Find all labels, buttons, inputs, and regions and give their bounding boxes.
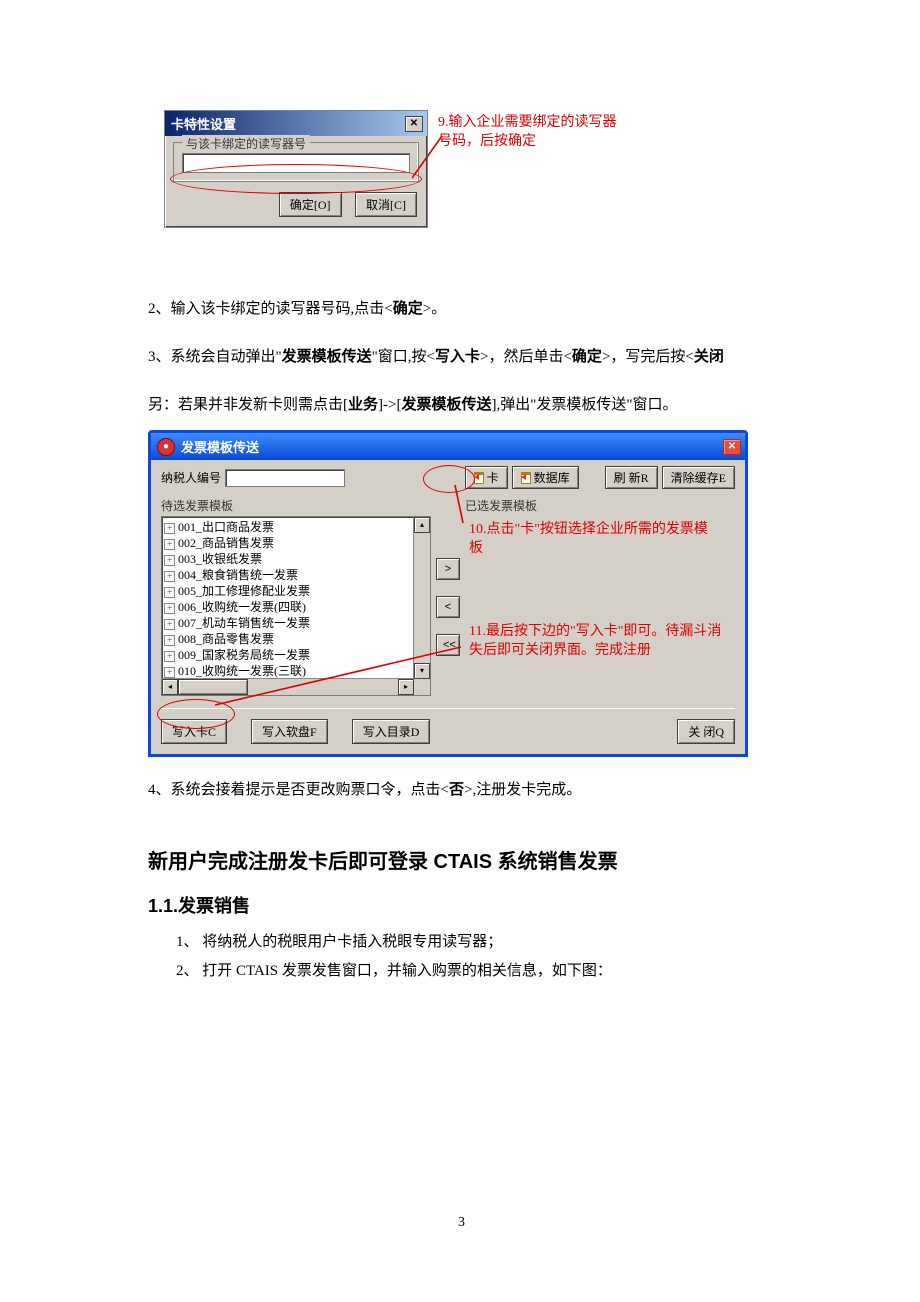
expand-icon[interactable]: + [164, 539, 175, 550]
tree-item[interactable]: +009_国家税务局统一发票 [164, 647, 414, 663]
scroll-thumb[interactable] [178, 679, 248, 695]
step-2: 2、输入该卡绑定的读写器号码,点击<确定>。 [148, 294, 775, 324]
expand-icon[interactable]: + [164, 587, 175, 598]
move-all-left-button[interactable]: << [436, 634, 460, 656]
close-icon[interactable]: ✕ [405, 116, 423, 132]
reader-number-input[interactable] [182, 153, 410, 173]
close-button[interactable]: 关 闭Q [677, 719, 735, 744]
app-icon: ● [157, 438, 175, 456]
taxpayer-label: 纳税人编号 [161, 469, 221, 486]
scroll-down-icon[interactable]: ▾ [414, 663, 430, 679]
move-left-button[interactable]: < [436, 596, 460, 618]
tree-item-label: 006_收购统一发票(四联) [178, 600, 306, 614]
tree-item-label: 008_商品零售发票 [178, 632, 274, 646]
db-file-icon [521, 472, 531, 484]
tree-item-label: 010_收购统一发票(三联) [178, 664, 306, 678]
tree-item[interactable]: +008_商品零售发票 [164, 631, 414, 647]
list-item-1: 1、 将纳税人的税眼用户卡插入税眼专用读写器； [176, 928, 775, 957]
list-item-2: 2、 打开 CTAIS 发票发售窗口，并输入购票的相关信息，如下图： [176, 957, 775, 986]
close-icon[interactable]: ✕ [723, 439, 741, 455]
card-file-icon [474, 472, 484, 484]
tree-item[interactable]: +003_收银纸发票 [164, 551, 414, 567]
card-button[interactable]: 卡 [465, 466, 508, 489]
tree-item[interactable]: +010_收购统一发票(三联) [164, 663, 414, 679]
group-label: 与该卡绑定的读写器号 [182, 135, 310, 152]
tree-item[interactable]: +001_出口商品发票 [164, 519, 414, 535]
expand-icon[interactable]: + [164, 571, 175, 582]
tree-item-label: 007_机动车销售统一发票 [178, 616, 310, 630]
write-dir-button[interactable]: 写入目录D [352, 719, 431, 744]
tree-item-label: 001_出口商品发票 [178, 520, 274, 534]
page-number: 3 [148, 1215, 775, 1231]
move-right-button[interactable]: > [436, 558, 460, 580]
main-heading: 新用户完成注册发卡后即可登录 CTAIS 系统销售发票 [148, 845, 775, 874]
annotation-9: 9.输入企业需要绑定的读写器号码，后按确定 [438, 114, 628, 152]
write-floppy-button[interactable]: 写入软盘F [251, 719, 328, 744]
dialog-title: 卡特性设置 [171, 114, 236, 133]
tree-item[interactable]: +002_商品销售发票 [164, 535, 414, 551]
annotation-11: 11.最后按下边的"写入卡"即可。待漏斗消失后即可关闭界面。完成注册 [469, 623, 727, 661]
expand-icon[interactable]: + [164, 619, 175, 630]
refresh-button[interactable]: 刷 新R [605, 466, 658, 489]
dialog-template-transfer: ● 发票模板传送 ✕ 纳税人编号 卡 数据库 刷 新R 清除缓存E 待选发票模板 [148, 430, 748, 757]
tree-item-label: 004_粮食销售统一发票 [178, 568, 298, 582]
top-toolbar: 纳税人编号 卡 数据库 刷 新R 清除缓存E [161, 466, 735, 489]
tree-item-label: 009_国家税务局统一发票 [178, 648, 310, 662]
expand-icon[interactable]: + [164, 651, 175, 662]
expand-icon[interactable]: + [164, 523, 175, 534]
annotation-10: 10.点击"卡"按钮选择企业所需的发票模板 [469, 521, 709, 559]
dialog-card-settings: 卡特性设置 ✕ 与该卡绑定的读写器号 确定[O] 取消[C] [164, 110, 428, 228]
tree-item[interactable]: +007_机动车销售统一发票 [164, 615, 414, 631]
taxpayer-input[interactable] [225, 469, 345, 487]
scroll-left-icon[interactable]: ◂ [162, 679, 178, 695]
tree-item-label: 003_收银纸发票 [178, 552, 262, 566]
tree-item[interactable]: +004_粮食销售统一发票 [164, 567, 414, 583]
tree-item[interactable]: +005_加工修理修配业发票 [164, 583, 414, 599]
vertical-scrollbar[interactable]: ▴ ▾ [413, 517, 430, 679]
step-3-alt: 另：若果并非发新卡则需点击[业务]->[发票模板传送],弹出"发票模板传送"窗口… [148, 390, 775, 420]
tree-item-label: 002_商品销售发票 [178, 536, 274, 550]
reader-number-group: 与该卡绑定的读写器号 [173, 142, 419, 182]
step-4: 4、系统会接着提示是否更改购票口令，点击<否>,注册发卡完成。 [148, 775, 775, 805]
ok-button[interactable]: 确定[O] [279, 192, 342, 217]
clear-cache-button[interactable]: 清除缓存E [662, 466, 735, 489]
expand-icon[interactable]: + [164, 635, 175, 646]
horizontal-scrollbar[interactable]: ◂ ▸ [162, 678, 414, 695]
selected-templates-label: 已选发票模板 [465, 497, 735, 514]
database-button[interactable]: 数据库 [512, 466, 579, 489]
step-3: 3、系统会自动弹出"发票模板传送"窗口,按<写入卡>，然后单击<确定>，写完后按… [148, 342, 775, 372]
scroll-right-icon[interactable]: ▸ [398, 679, 414, 695]
dialog2-title: 发票模板传送 [181, 437, 259, 456]
available-templates-list[interactable]: +001_出口商品发票+002_商品销售发票+003_收银纸发票+004_粮食销… [161, 516, 431, 696]
write-card-button[interactable]: 写入卡C [161, 719, 227, 744]
dialog-titlebar: 卡特性设置 ✕ [165, 111, 427, 136]
cancel-button[interactable]: 取消[C] [355, 192, 417, 217]
scroll-up-icon[interactable]: ▴ [414, 517, 430, 533]
tree-item-label: 005_加工修理修配业发票 [178, 584, 310, 598]
expand-icon[interactable]: + [164, 603, 175, 614]
expand-icon[interactable]: + [164, 555, 175, 566]
dialog2-titlebar: ● 发票模板传送 ✕ [151, 433, 745, 460]
tree-item[interactable]: +006_收购统一发票(四联) [164, 599, 414, 615]
available-templates-label: 待选发票模板 [161, 497, 431, 514]
expand-icon[interactable]: + [164, 667, 175, 678]
section-heading: 1.1.发票销售 [148, 892, 775, 918]
